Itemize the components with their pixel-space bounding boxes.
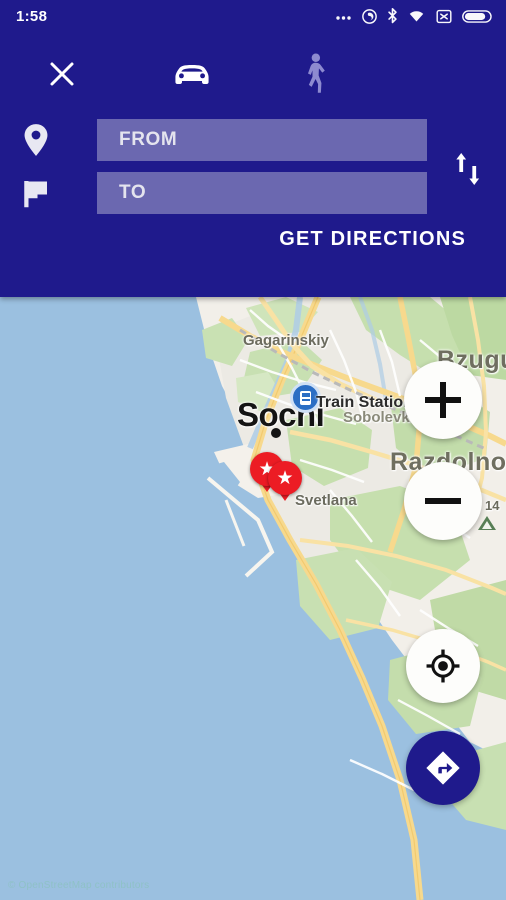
swap-arrows-icon <box>456 152 480 186</box>
swap-endpoints-button[interactable] <box>446 142 490 196</box>
travel-mode-car[interactable] <box>168 54 216 96</box>
app-screen: Gagarinskiy Sochi Train Station Sobolevk… <box>0 0 506 900</box>
status-bar: 1:58 <box>0 0 506 32</box>
city-center-dot <box>271 428 281 438</box>
zoom-out-button[interactable] <box>404 462 482 540</box>
from-field-text: FROM <box>119 129 178 150</box>
bluetooth-icon <box>388 7 397 23</box>
no-signal-icon <box>436 9 452 23</box>
to-field[interactable]: TO <box>97 172 427 214</box>
walk-icon <box>308 53 325 93</box>
train-glyph <box>300 390 311 405</box>
more-dots-icon <box>336 16 351 20</box>
from-field[interactable]: FROM <box>97 119 427 161</box>
from-field-icon-wrap <box>20 122 52 158</box>
directions-fab-button[interactable] <box>406 731 480 805</box>
directions-arrow-icon <box>426 751 460 785</box>
minus-icon <box>425 483 461 519</box>
plus-icon <box>425 382 461 418</box>
my-location-button[interactable] <box>406 629 480 703</box>
travel-mode-bar <box>0 44 506 106</box>
get-directions-button[interactable]: GET DIRECTIONS <box>0 228 466 251</box>
star-marker-2[interactable] <box>268 461 302 495</box>
map-pin-icon <box>24 124 48 156</box>
zoom-in-button[interactable] <box>404 361 482 439</box>
map-attribution: © OpenStreetMap contributors <box>8 880 150 891</box>
flag-icon <box>24 181 47 208</box>
mountain-peak-icon <box>478 516 496 530</box>
crosshair-icon <box>426 649 460 683</box>
train-station-icon[interactable] <box>290 382 321 413</box>
status-bar-icons <box>335 7 492 25</box>
directions-panel: 1:58 FROM TO GET DIRECTIONS <box>0 0 506 297</box>
to-field-text: TO <box>119 182 147 203</box>
travel-mode-walk[interactable] <box>292 50 338 98</box>
battery-icon <box>462 9 492 23</box>
status-bar-clock: 1:58 <box>16 7 48 25</box>
wifi-icon <box>409 11 424 22</box>
gps-location-icon <box>362 8 377 24</box>
car-icon <box>175 65 209 84</box>
close-icon <box>50 62 74 86</box>
close-button[interactable] <box>40 52 84 96</box>
to-field-icon-wrap <box>20 176 52 212</box>
